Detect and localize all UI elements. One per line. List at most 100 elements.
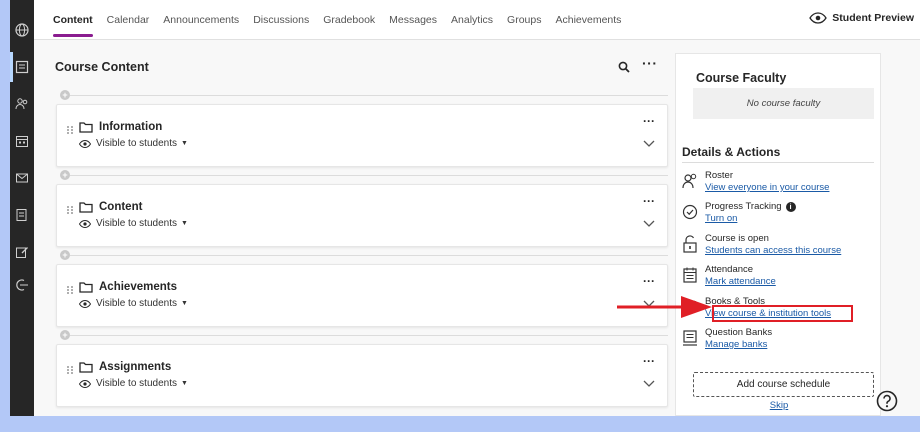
action-label: Question Banks [705, 327, 773, 338]
action-course-open: Course is open Students can access this … [682, 233, 877, 261]
add-content-divider[interactable]: + [56, 249, 668, 261]
caret-down-icon: ▼ [180, 380, 188, 387]
content-item[interactable]: Achievements Visible to students ▼ ··· [56, 264, 668, 327]
item-title[interactable]: Achievements [99, 281, 177, 293]
tab-analytics[interactable]: Analytics [451, 0, 493, 40]
tab-achievements[interactable]: Achievements [555, 0, 621, 40]
more-options-icon[interactable]: ··· [643, 274, 655, 288]
item-title[interactable]: Information [99, 121, 162, 133]
calendar-icon[interactable] [12, 131, 32, 151]
people-icon[interactable] [12, 94, 32, 114]
item-title[interactable]: Assignments [99, 361, 171, 373]
tab-groups[interactable]: Groups [507, 0, 541, 40]
left-rail [10, 0, 34, 416]
folder-icon [79, 282, 93, 293]
manage-banks-link[interactable]: Manage banks [705, 339, 767, 350]
chevron-down-icon[interactable] [643, 380, 655, 387]
tab-gradebook[interactable]: Gradebook [323, 0, 375, 40]
folder-icon [79, 202, 93, 213]
skip-link[interactable]: Skip [676, 400, 882, 411]
visibility-label: Visible to students [96, 218, 177, 229]
eye-icon [79, 219, 91, 228]
course-access-link[interactable]: Students can access this course [705, 245, 841, 256]
plus-icon[interactable]: + [60, 250, 70, 260]
student-preview-icon [809, 12, 828, 24]
roster-icon [682, 173, 697, 189]
more-options-icon[interactable]: ··· [643, 354, 655, 368]
visibility-label: Visible to students [96, 138, 177, 149]
course-content-area: Course Content ··· + Information Visible… [34, 41, 668, 416]
app-frame: Content Calendar Announcements Discussio… [10, 0, 920, 416]
mark-attendance-link[interactable]: Mark attendance [705, 276, 776, 287]
content-item[interactable]: Assignments Visible to students ▼ ··· [56, 344, 668, 407]
course-faculty-heading: Course Faculty [696, 71, 787, 85]
student-preview-button[interactable]: Student Preview [809, 12, 914, 24]
progress-icon [682, 204, 698, 220]
visibility-dropdown[interactable]: Visible to students ▼ [79, 378, 188, 389]
details-actions-heading: Details & Actions [682, 145, 781, 159]
caret-down-icon: ▼ [180, 300, 188, 307]
add-content-divider[interactable]: + [56, 329, 668, 341]
content-item[interactable]: Content Visible to students ▼ ··· [56, 184, 668, 247]
chevron-down-icon[interactable] [643, 140, 655, 147]
faculty-empty-state: No course faculty [693, 88, 874, 119]
action-label: Attendance [705, 264, 754, 275]
edit-icon[interactable] [12, 242, 32, 262]
drag-handle-icon[interactable] [66, 125, 74, 135]
caret-down-icon: ▼ [180, 220, 188, 227]
tab-announcements[interactable]: Announcements [163, 0, 239, 40]
more-options-icon[interactable]: ··· [643, 114, 655, 128]
drag-handle-icon[interactable] [66, 205, 74, 215]
add-content-divider[interactable]: + [56, 89, 668, 101]
action-progress-tracking: Progress Tracking i Turn on [682, 201, 877, 229]
action-attendance: Attendance Mark attendance [682, 264, 877, 292]
eye-icon [79, 139, 91, 148]
content-item[interactable]: Information Visible to students ▼ ··· [56, 104, 668, 167]
visibility-dropdown[interactable]: Visible to students ▼ [79, 138, 188, 149]
signout-icon[interactable] [12, 275, 32, 295]
progress-tracking-label: Progress Tracking [705, 201, 782, 212]
add-content-divider[interactable]: + [56, 169, 668, 181]
action-question-banks: Question Banks Manage banks [682, 327, 877, 355]
plus-icon[interactable]: + [60, 90, 70, 100]
eye-icon [79, 299, 91, 308]
more-options-icon[interactable]: ··· [643, 194, 655, 208]
tab-bar: Content Calendar Announcements Discussio… [53, 0, 635, 40]
visibility-label: Visible to students [96, 298, 177, 309]
tab-messages[interactable]: Messages [389, 0, 437, 40]
drag-handle-icon[interactable] [66, 365, 74, 375]
item-title[interactable]: Content [99, 201, 142, 213]
help-icon[interactable] [876, 390, 898, 412]
page-title: Course Content [55, 60, 149, 74]
tab-content[interactable]: Content [53, 0, 93, 40]
plus-icon[interactable]: + [60, 170, 70, 180]
mail-icon[interactable] [12, 168, 32, 188]
folder-icon [79, 122, 93, 133]
drag-handle-icon[interactable] [66, 285, 74, 295]
more-options-icon[interactable]: ··· [642, 55, 658, 71]
divider [682, 162, 874, 163]
tab-discussions[interactable]: Discussions [253, 0, 309, 40]
turn-on-link[interactable]: Turn on [705, 213, 737, 224]
visibility-dropdown[interactable]: Visible to students ▼ [79, 298, 188, 309]
caret-down-icon: ▼ [180, 140, 188, 147]
plus-icon[interactable]: + [60, 330, 70, 340]
tab-calendar[interactable]: Calendar [107, 0, 150, 40]
info-icon[interactable]: i [785, 201, 796, 212]
roster-link[interactable]: View everyone in your course [705, 182, 829, 193]
add-course-schedule-button[interactable]: Add course schedule [693, 372, 874, 397]
lock-open-icon [683, 235, 697, 253]
annotation-arrow-icon [617, 296, 712, 318]
globe-icon[interactable] [12, 20, 32, 40]
grades-icon[interactable] [12, 205, 32, 225]
visibility-dropdown[interactable]: Visible to students ▼ [79, 218, 188, 229]
action-roster: Roster View everyone in your course [682, 170, 877, 198]
search-icon[interactable] [618, 60, 630, 78]
chevron-down-icon[interactable] [643, 220, 655, 227]
attendance-icon [683, 267, 697, 283]
action-label: Course is open [705, 233, 769, 244]
course-icon[interactable] [12, 57, 32, 77]
folder-icon [79, 362, 93, 373]
highlight-box [712, 305, 853, 322]
action-label: Progress Tracking i [705, 201, 796, 212]
